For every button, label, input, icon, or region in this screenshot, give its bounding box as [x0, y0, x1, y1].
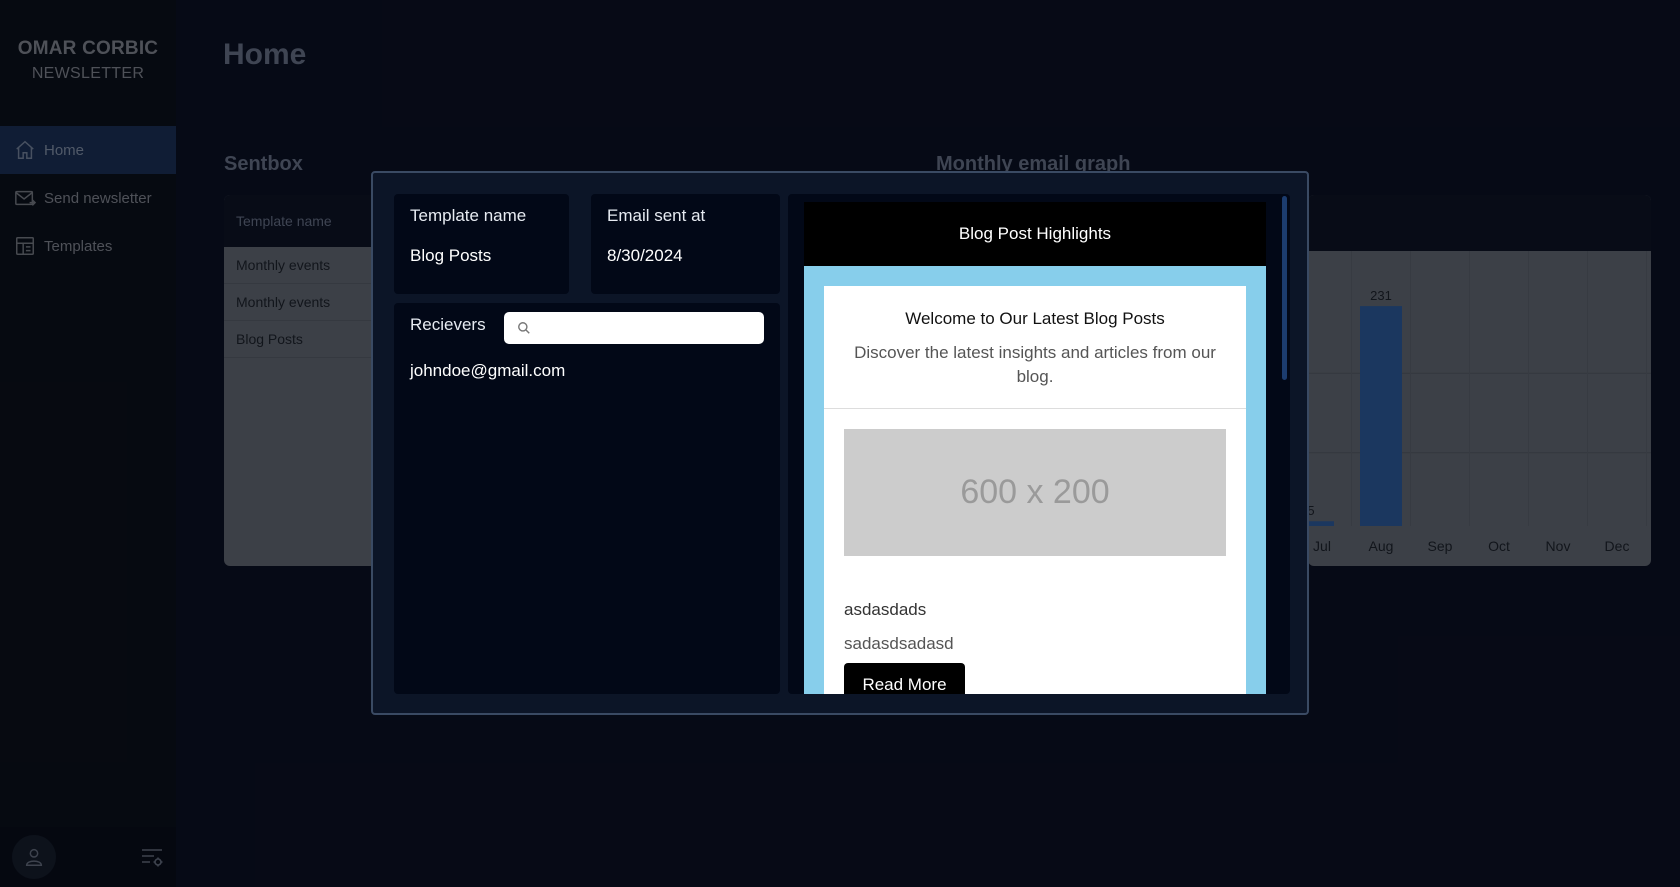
- receivers-card: Recievers johndoe@gmail.com: [394, 303, 780, 694]
- sent-email-modal: Template name Blog Posts Email sent at 8…: [371, 171, 1309, 715]
- template-name-label: Template name: [410, 206, 527, 225]
- read-more-button[interactable]: Read More: [844, 663, 965, 694]
- email-sent-label: Email sent at: [607, 206, 706, 225]
- email-header: Blog Post Highlights: [804, 202, 1266, 266]
- divider: [824, 408, 1246, 409]
- email-sent-value: 8/30/2024: [607, 246, 683, 265]
- receiver-email: johndoe@gmail.com: [410, 361, 566, 380]
- email-preview[interactable]: Blog Post Highlights Welcome to Our Late…: [788, 194, 1290, 694]
- search-icon: [518, 322, 530, 334]
- receivers-label: Recievers: [410, 315, 486, 334]
- email-body: Welcome to Our Latest Blog Posts Discove…: [824, 286, 1246, 694]
- template-name-card: Template name Blog Posts: [394, 194, 569, 294]
- post-title: asdasdads: [844, 600, 927, 619]
- email-template: Blog Post Highlights Welcome to Our Late…: [804, 202, 1266, 694]
- email-title: Welcome to Our Latest Blog Posts: [905, 309, 1165, 328]
- image-placeholder: 600 x 200: [844, 429, 1226, 556]
- receivers-search[interactable]: [504, 312, 764, 344]
- post-text: sadasdsadasd: [844, 634, 954, 653]
- search-input[interactable]: [538, 312, 758, 344]
- scrollbar-thumb[interactable]: [1282, 196, 1287, 380]
- email-description: Discover the latest insights and article…: [854, 343, 1216, 386]
- template-name-value: Blog Posts: [410, 246, 492, 265]
- email-sent-card: Email sent at 8/30/2024: [591, 194, 780, 294]
